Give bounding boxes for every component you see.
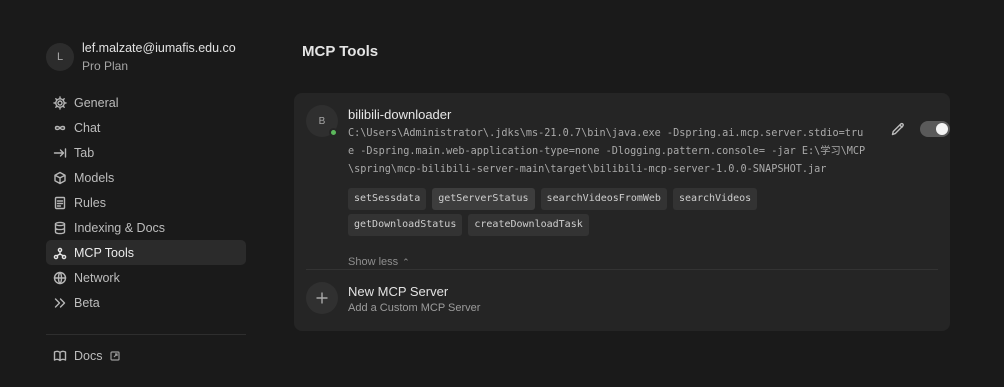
tool-chip[interactable]: searchVideosFromWeb [540,188,667,210]
user-plan: Pro Plan [82,59,129,73]
avatar: L [46,43,74,71]
sidebar-item-beta[interactable]: Beta [46,290,246,315]
book-icon [53,349,67,363]
gear-icon [53,95,67,110]
database-icon [53,221,67,235]
new-mcp-server-button[interactable]: New MCP Server Add a Custom MCP Server [306,282,706,316]
sidebar-item-docs[interactable]: Docs [46,343,246,368]
sidebar-item-tab[interactable]: Tab [46,140,246,165]
server-command: C:\Users\Administrator\.jdks\ms-21.0.7\b… [348,128,866,175]
pencil-icon [891,122,904,136]
sidebar-item-label: Rules [74,195,106,210]
sidebar-item-label: Models [74,170,115,185]
edit-server-button[interactable] [890,121,906,137]
sidebar-item-label: Tab [74,145,95,160]
sidebar-item-models[interactable]: Models [46,165,246,190]
toggle-knob [936,123,948,135]
server-enabled-toggle[interactable] [920,121,950,137]
sidebar-item-label: Network [74,270,120,285]
sidebar-item-label: Chat [74,120,101,135]
mcp-servers-card: B bilibili-downloader C:\Users\Administr… [294,93,950,331]
server-status-indicator [329,128,338,137]
card-divider [306,269,938,270]
plus-icon [306,282,338,314]
settings-sidebar: L lef.malzate@iumafis.edu.co Pro Plan Ge… [46,40,246,368]
new-server-title: New MCP Server [348,284,449,299]
infinity-icon [53,121,67,135]
document-icon [53,196,67,210]
globe-icon [53,271,67,285]
sidebar-item-chat[interactable]: Chat [46,115,246,140]
tab-arrow-icon [53,146,67,160]
show-less-label: Show less [348,256,399,268]
cube-icon [53,171,67,185]
sidebar-divider [46,334,246,335]
sidebar-item-label: Docs [74,348,103,363]
user-profile[interactable]: L lef.malzate@iumafis.edu.co Pro Plan [46,40,246,74]
server-tools-list: setSessdata getServerStatus searchVideos… [348,188,848,236]
external-link-icon [110,350,121,361]
page-title: MCP Tools [302,43,379,60]
sidebar-item-network[interactable]: Network [46,265,246,290]
sidebar-item-label: Indexing & Docs [74,220,166,235]
new-server-subtitle: Add a Custom MCP Server [348,302,481,314]
double-chevron-icon [53,296,67,310]
tool-chip[interactable]: createDownloadTask [468,214,589,236]
sidebar-item-general[interactable]: General [46,90,246,115]
tool-chip[interactable]: searchVideos [672,188,758,210]
sidebar-item-rules[interactable]: Rules [46,190,246,215]
sidebar-item-mcp-tools[interactable]: MCP Tools [46,240,246,265]
sidebar-item-label: MCP Tools [74,245,134,260]
sidebar-item-indexing-docs[interactable]: Indexing & Docs [46,215,246,240]
sidebar-item-label: Beta [74,295,100,310]
server-name: bilibili-downloader [348,107,452,122]
tool-chip[interactable]: getDownloadStatus [348,214,463,236]
show-less-button[interactable]: Show less ⌃ [348,256,410,268]
sidebar-item-label: General [74,95,119,110]
tool-chip[interactable]: getServerStatus [432,188,535,210]
tool-chip[interactable]: setSessdata [348,188,427,210]
user-email: lef.malzate@iumafis.edu.co [82,41,236,55]
chevron-updown-icon: ⌃ [402,256,410,267]
mcp-network-icon [53,246,67,260]
